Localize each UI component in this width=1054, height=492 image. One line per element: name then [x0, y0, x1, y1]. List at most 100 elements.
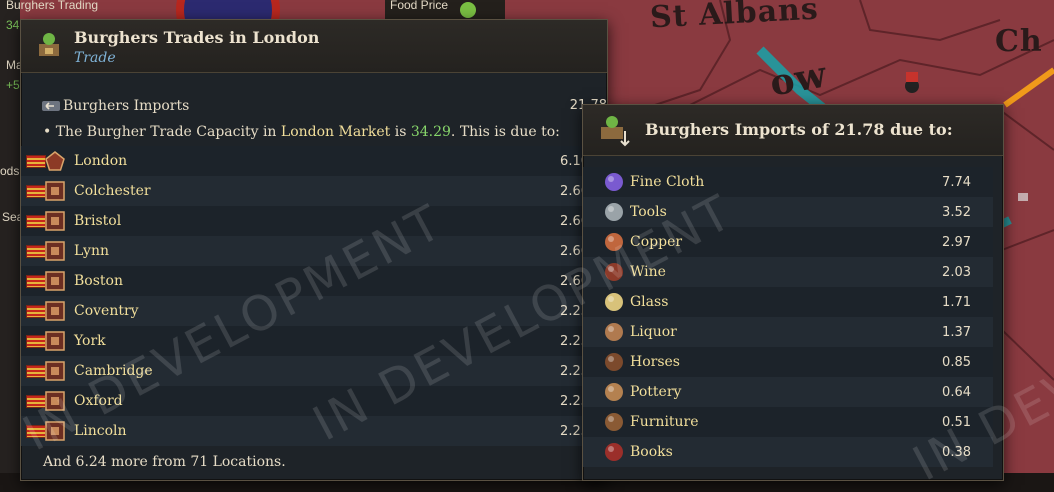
burghers-trades-tooltip: Burghers Trades in London Trade Burghers… [20, 19, 616, 481]
location-row[interactable]: Oxford 2.25 [21, 386, 607, 416]
capacity-prefix: • The Burgher Trade Capacity in [43, 124, 281, 140]
import-good-value: 2.97 [942, 234, 971, 250]
location-name[interactable]: Colchester [74, 183, 151, 199]
capacity-suffix: . This is due to: [450, 124, 560, 140]
location-name[interactable]: Boston [74, 273, 123, 289]
location-square-icon [45, 271, 65, 291]
capacity-value: 34.29 [410, 124, 451, 140]
import-good-row[interactable]: Glass 1.71 [583, 287, 993, 317]
location-square-icon [45, 301, 65, 321]
hud-plus-label: +5 [6, 78, 20, 92]
imports-tooltip-header: Burghers Imports of 21.78 due to: [583, 105, 1003, 156]
import-good-row[interactable]: Furniture 0.51 [583, 407, 993, 437]
location-row[interactable]: Bristol 2.66 [21, 206, 607, 236]
import-good-name[interactable]: Fine Cloth [630, 174, 704, 190]
import-good-name[interactable]: Tools [630, 204, 667, 220]
trades-tooltip-subtitle: Trade [74, 50, 116, 66]
location-name[interactable]: Coventry [74, 303, 139, 319]
location-name[interactable]: Oxford [74, 393, 123, 409]
pottery-icon [605, 383, 623, 401]
copper-icon [605, 233, 623, 251]
location-name[interactable]: Cambridge [74, 363, 153, 379]
location-square-icon [45, 421, 65, 441]
trades-tooltip-title: Burghers Trades in London [74, 28, 320, 47]
furniture-icon [605, 413, 623, 431]
import-good-value: 3.52 [942, 204, 971, 220]
location-name[interactable]: Lynn [74, 243, 109, 259]
more-locations-text: And 6.24 more from 71 Locations. [43, 454, 286, 470]
england-flag-icon [26, 304, 46, 318]
trades-tooltip-header: Burghers Trades in London Trade [21, 20, 607, 73]
location-name[interactable]: Lincoln [74, 423, 127, 439]
england-flag-icon [26, 334, 46, 348]
imports-tooltip-title: Burghers Imports of 21.78 due to: [645, 120, 953, 139]
import-good-value: 2.03 [942, 264, 971, 280]
import-good-value: 7.74 [942, 174, 971, 190]
wine-icon [605, 263, 623, 281]
location-row[interactable]: Lynn 2.66 [21, 236, 607, 266]
import-good-value: 0.85 [942, 354, 971, 370]
import-good-row[interactable]: Wine 2.03 [583, 257, 993, 287]
import-good-row[interactable]: Tools 3.52 [583, 197, 993, 227]
import-good-row[interactable]: Fine Cloth 7.74 [583, 167, 993, 197]
liquor-icon [605, 323, 623, 341]
location-row[interactable]: Lincoln 2.25 [21, 416, 607, 446]
hud-ods-label: ods [0, 164, 20, 178]
england-flag-icon [26, 184, 46, 198]
import-good-name[interactable]: Copper [630, 234, 682, 250]
import-good-value: 0.64 [942, 384, 971, 400]
import-good-value: 1.37 [942, 324, 971, 340]
horses-icon [605, 353, 623, 371]
import-good-name[interactable]: Glass [630, 294, 668, 310]
location-square-icon [45, 211, 65, 231]
location-row[interactable]: Boston 2.66 [21, 266, 607, 296]
location-row[interactable]: York 2.25 [21, 326, 607, 356]
import-good-value: 0.38 [942, 444, 971, 460]
trade-capacity-text: • The Burgher Trade Capacity in London M… [43, 124, 560, 140]
england-flag-icon [26, 394, 46, 408]
import-good-row[interactable]: Copper 2.97 [583, 227, 993, 257]
england-flag-icon [26, 214, 46, 228]
import-good-row[interactable]: Liquor 1.37 [583, 317, 993, 347]
import-good-name[interactable]: Furniture [630, 414, 699, 430]
location-name[interactable]: York [74, 333, 106, 349]
import-good-name[interactable]: Wine [630, 264, 666, 280]
location-square-icon [45, 391, 65, 411]
books-icon [605, 443, 623, 461]
import-good-value: 0.51 [942, 414, 971, 430]
imports-arrow-icon [42, 101, 60, 111]
capacity-market-link[interactable]: London Market [281, 124, 390, 140]
location-square-icon [45, 361, 65, 381]
england-flag-icon [26, 274, 46, 288]
location-row[interactable]: Cambridge 2.25 [21, 356, 607, 386]
capacity-mid: is [390, 124, 411, 140]
import-good-name[interactable]: Horses [630, 354, 680, 370]
location-row[interactable]: London 6.10 [21, 146, 607, 176]
england-flag-icon [26, 154, 46, 168]
burghers-imports-row[interactable]: Burghers Imports 21.78 [41, 92, 607, 122]
import-good-name[interactable]: Pottery [630, 384, 681, 400]
import-good-value: 1.71 [942, 294, 971, 310]
tools-icon [605, 203, 623, 221]
fine-cloth-icon [605, 173, 623, 191]
import-good-row[interactable]: Horses 0.85 [583, 347, 993, 377]
burghers-imports-label: Burghers Imports [63, 98, 190, 114]
import-good-row[interactable]: Books 0.38 [583, 437, 993, 467]
import-good-row[interactable]: Pottery 0.64 [583, 377, 993, 407]
location-name[interactable]: London [74, 153, 127, 169]
location-row[interactable]: Coventry 2.25 [21, 296, 607, 326]
hud-trading-label: Burghers Trading [6, 0, 99, 12]
import-good-name[interactable]: Books [630, 444, 673, 460]
location-name[interactable]: Bristol [74, 213, 121, 229]
england-flag-icon [26, 364, 46, 378]
location-square-icon [45, 181, 65, 201]
import-good-name[interactable]: Liquor [630, 324, 677, 340]
burghers-icon [39, 33, 59, 56]
hud-value: 34 [6, 18, 20, 32]
imports-goods-icon [601, 116, 630, 147]
glass-icon [605, 293, 623, 311]
location-square-icon [45, 331, 65, 351]
england-flag-icon [26, 424, 46, 438]
location-square-icon [45, 241, 65, 261]
location-row[interactable]: Colchester 2.66 [21, 176, 607, 206]
